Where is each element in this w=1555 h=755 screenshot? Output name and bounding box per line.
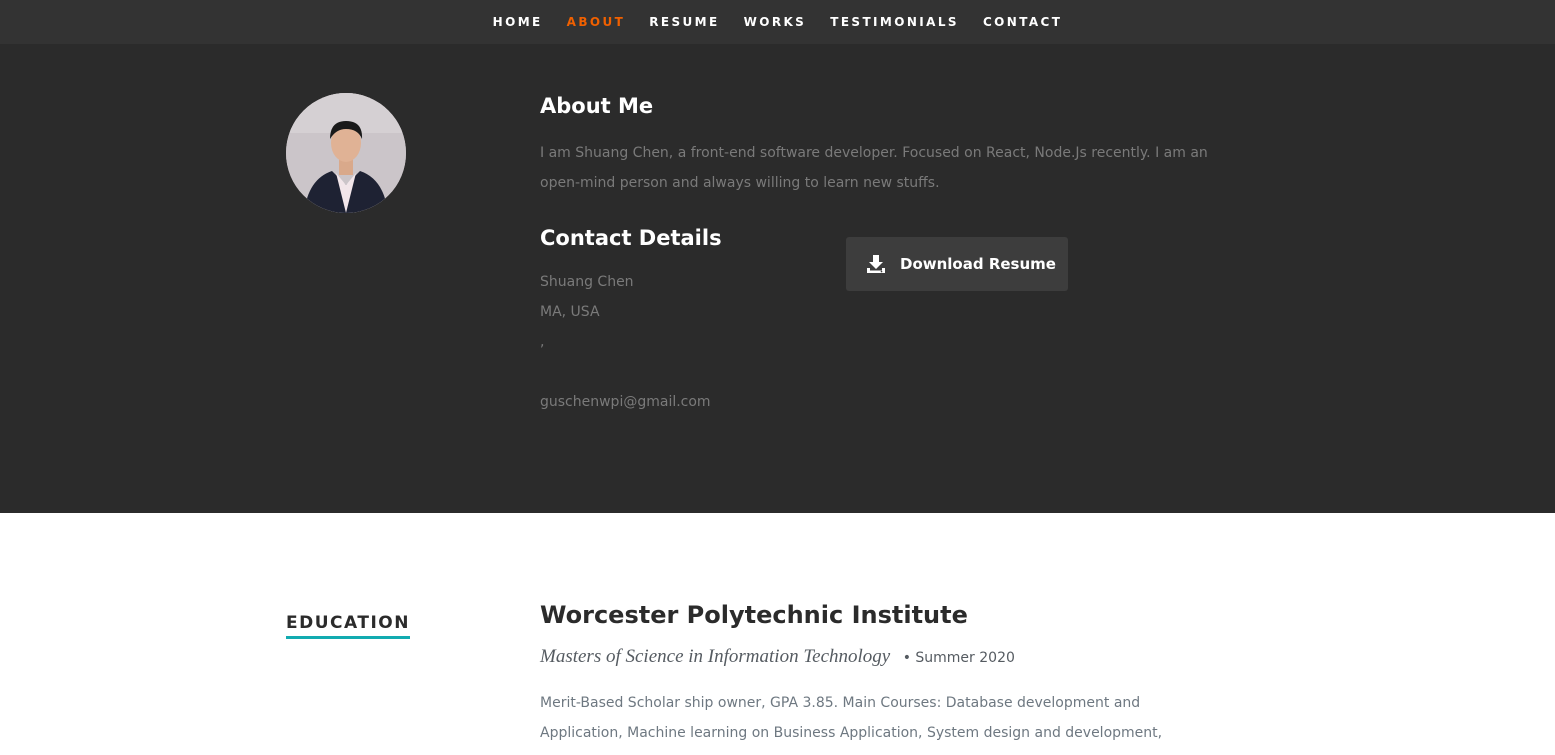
nav-resume[interactable]: RESUME — [637, 15, 731, 29]
nav-works[interactable]: WORKS — [732, 15, 819, 29]
nav-testimonials[interactable]: TESTIMONIALS — [818, 15, 971, 29]
nav-about[interactable]: ABOUT — [555, 15, 638, 29]
education-description: Merit-Based Scholar ship owner, GPA 3.85… — [540, 695, 1163, 741]
avatar — [286, 93, 406, 213]
contact-name: Shuang Chen — [540, 274, 634, 290]
nav-contact[interactable]: CONTACT — [971, 15, 1074, 29]
contact-details: Shuang Chen MA, USA , guschenwpi@gmail.c… — [540, 267, 711, 417]
degree-text: Masters of Science in Information Techno… — [540, 646, 891, 667]
contact-email[interactable]: guschenwpi@gmail.com — [540, 387, 711, 417]
contact-location: MA, USA — [540, 304, 600, 320]
nav-home[interactable]: HOME — [481, 15, 555, 29]
about-title: About Me — [540, 94, 654, 118]
main-nav: HOME ABOUT RESUME WORKS TESTIMONIALS CON… — [0, 0, 1555, 44]
school-name: Worcester Polytechnic Institute — [540, 601, 968, 629]
degree-line: Masters of Science in Information Techno… — [540, 646, 1015, 668]
contact-blank — [540, 357, 711, 387]
about-section: About Me I am Shuang Chen, a front-end s… — [0, 44, 1555, 513]
download-icon — [867, 255, 885, 273]
avatar-photo — [286, 93, 406, 213]
degree-date: • Summer 2020 — [902, 650, 1015, 666]
education-heading: EDUCATION — [286, 613, 410, 639]
download-resume-label: Download Resume — [900, 255, 1056, 273]
download-resume-button[interactable]: Download Resume — [846, 237, 1068, 291]
about-text: I am Shuang Chen, a front-end software d… — [540, 145, 1208, 191]
contact-title: Contact Details — [540, 226, 722, 250]
contact-separator: , — [540, 334, 545, 350]
